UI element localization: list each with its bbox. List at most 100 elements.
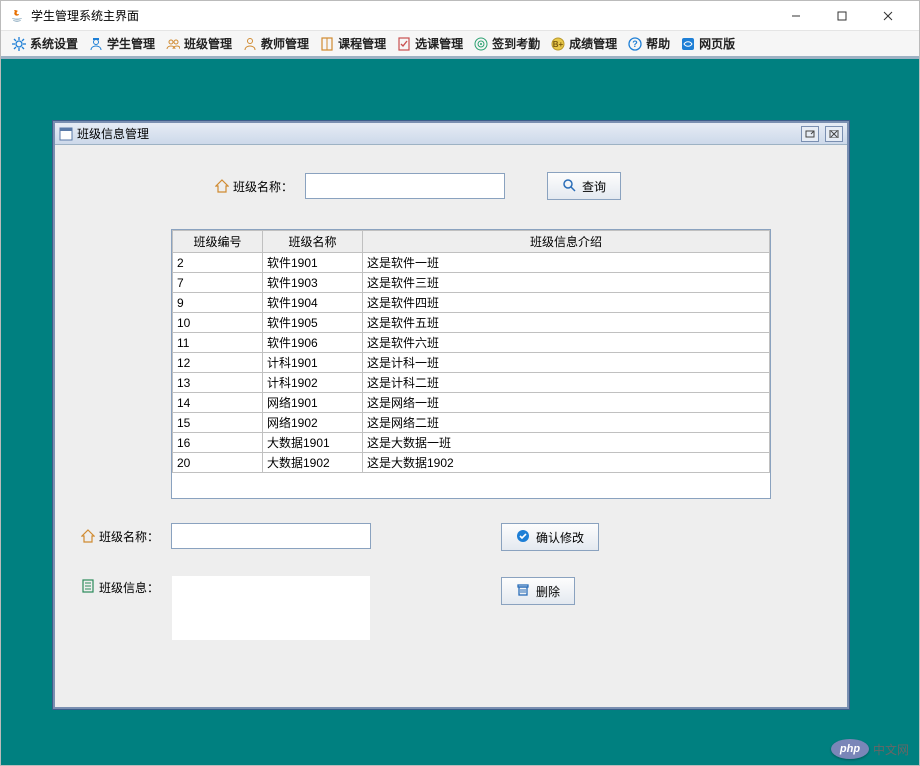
toolbar-item-7[interactable]: B+成绩管理	[546, 33, 621, 54]
target-icon	[473, 36, 489, 52]
internal-title: 班级信息管理	[77, 125, 149, 142]
toolbar-item-4[interactable]: 课程管理	[315, 33, 390, 54]
search-icon	[562, 178, 576, 195]
query-button[interactable]: 查询	[547, 172, 621, 200]
internal-maximize-button[interactable]	[801, 126, 819, 142]
internal-titlebar: 班级信息管理	[55, 123, 847, 145]
table-cell: 12	[173, 353, 263, 373]
table-cell: 软件1903	[263, 273, 363, 293]
table-cell: 这是计科一班	[363, 353, 770, 373]
watermark: php 中文网	[831, 739, 909, 759]
titlebar: 学生管理系统主界面	[1, 1, 919, 31]
check-icon	[516, 529, 530, 546]
table-cell: 20	[173, 453, 263, 473]
gear-icon	[11, 36, 27, 52]
table-cell: 这是软件六班	[363, 333, 770, 353]
table-cell: 这是软件三班	[363, 273, 770, 293]
table-cell: 计科1902	[263, 373, 363, 393]
frame-icon	[59, 127, 73, 141]
internal-body: 班级名称： 查询 班级编号班级名称班级信息介绍2软件1901这是软件一班7软件1…	[55, 145, 847, 707]
internal-close-button[interactable]	[825, 126, 843, 142]
svg-text:B+: B+	[553, 40, 564, 49]
delete-button[interactable]: 删除	[501, 577, 575, 605]
toolbar-item-9[interactable]: 网页版	[676, 33, 739, 54]
toolbar-item-2[interactable]: 班级管理	[161, 33, 236, 54]
confirm-edit-label: 确认修改	[536, 529, 584, 546]
edit-name-label: 班级名称：	[99, 528, 159, 545]
toolbar-item-8[interactable]: ?帮助	[623, 33, 674, 54]
table-row[interactable]: 2软件1901这是软件一班	[173, 253, 770, 273]
table-cell: 9	[173, 293, 263, 313]
table-row[interactable]: 11软件1906这是软件六班	[173, 333, 770, 353]
group-icon	[165, 36, 181, 52]
table-cell: 这是大数据1902	[363, 453, 770, 473]
close-button[interactable]	[865, 2, 911, 30]
table-cell: 这是软件一班	[363, 253, 770, 273]
table-cell: 软件1904	[263, 293, 363, 313]
grade-icon: B+	[550, 36, 566, 52]
toolbar-item-label: 网页版	[699, 35, 735, 52]
help-icon: ?	[627, 36, 643, 52]
table-cell: 网络1901	[263, 393, 363, 413]
table-cell: 这是计科二班	[363, 373, 770, 393]
toolbar-item-label: 帮助	[646, 35, 670, 52]
edit-name-input[interactable]	[171, 523, 371, 549]
workspace: 班级信息管理 班级名称：	[1, 59, 919, 765]
document-icon	[81, 579, 95, 593]
class-table-wrap: 班级编号班级名称班级信息介绍2软件1901这是软件一班7软件1903这是软件三班…	[171, 229, 771, 499]
toolbar-item-label: 选课管理	[415, 35, 463, 52]
web-icon	[680, 36, 696, 52]
maximize-button[interactable]	[819, 2, 865, 30]
query-button-label: 查询	[582, 178, 606, 195]
edit-info-textarea[interactable]	[171, 575, 371, 641]
toolbar-item-3[interactable]: 教师管理	[238, 33, 313, 54]
select-icon	[396, 36, 412, 52]
table-cell: 软件1905	[263, 313, 363, 333]
table-row[interactable]: 13计科1902这是计科二班	[173, 373, 770, 393]
house-icon	[215, 179, 229, 193]
table-row[interactable]: 7软件1903这是软件三班	[173, 273, 770, 293]
java-icon	[9, 8, 25, 24]
table-header[interactable]: 班级编号	[173, 231, 263, 253]
edit-name-row: 班级名称： 确认修改	[81, 523, 827, 551]
toolbar-item-label: 教师管理	[261, 35, 309, 52]
table-row[interactable]: 10软件1905这是软件五班	[173, 313, 770, 333]
table-cell: 15	[173, 413, 263, 433]
search-row: 班级名称： 查询	[215, 171, 827, 201]
class-table[interactable]: 班级编号班级名称班级信息介绍2软件1901这是软件一班7软件1903这是软件三班…	[172, 230, 770, 473]
table-cell: 大数据1901	[263, 433, 363, 453]
table-cell: 这是大数据一班	[363, 433, 770, 453]
confirm-edit-button[interactable]: 确认修改	[501, 523, 599, 551]
table-row[interactable]: 20大数据1902这是大数据1902	[173, 453, 770, 473]
table-row[interactable]: 15网络1902这是网络二班	[173, 413, 770, 433]
teacher-icon	[242, 36, 258, 52]
watermark-text: 中文网	[873, 741, 909, 758]
table-row[interactable]: 12计科1901这是计科一班	[173, 353, 770, 373]
table-cell: 大数据1902	[263, 453, 363, 473]
table-cell: 这是网络一班	[363, 393, 770, 413]
toolbar-item-label: 班级管理	[184, 35, 232, 52]
table-row[interactable]: 16大数据1901这是大数据一班	[173, 433, 770, 453]
toolbar-item-0[interactable]: 系统设置	[7, 33, 82, 54]
edit-info-label: 班级信息：	[99, 579, 159, 596]
delete-button-label: 删除	[536, 583, 560, 600]
table-row[interactable]: 14网络1901这是网络一班	[173, 393, 770, 413]
main-toolbar: 系统设置学生管理 班级管理 教师管理课程管理 选课管理 签到考勤 B+成绩管理?帮助 网页版	[1, 31, 919, 59]
search-label: 班级名称：	[233, 178, 293, 195]
table-cell: 16	[173, 433, 263, 453]
table-cell: 11	[173, 333, 263, 353]
main-window: 学生管理系统主界面 系统设置学生管理 班级管理 教师管理课程管理 选课管理 签到考勤 B+…	[0, 0, 920, 766]
class-info-window: 班级信息管理 班级名称：	[53, 121, 849, 709]
table-cell: 这是软件四班	[363, 293, 770, 313]
toolbar-item-label: 签到考勤	[492, 35, 540, 52]
search-input[interactable]	[305, 173, 505, 199]
table-header[interactable]: 班级信息介绍	[363, 231, 770, 253]
toolbar-item-1[interactable]: 学生管理	[84, 33, 159, 54]
toolbar-item-5[interactable]: 选课管理	[392, 33, 467, 54]
toolbar-item-6[interactable]: 签到考勤	[469, 33, 544, 54]
minimize-button[interactable]	[773, 2, 819, 30]
table-header[interactable]: 班级名称	[263, 231, 363, 253]
table-cell: 计科1901	[263, 353, 363, 373]
table-row[interactable]: 9软件1904这是软件四班	[173, 293, 770, 313]
toolbar-item-label: 系统设置	[30, 35, 78, 52]
